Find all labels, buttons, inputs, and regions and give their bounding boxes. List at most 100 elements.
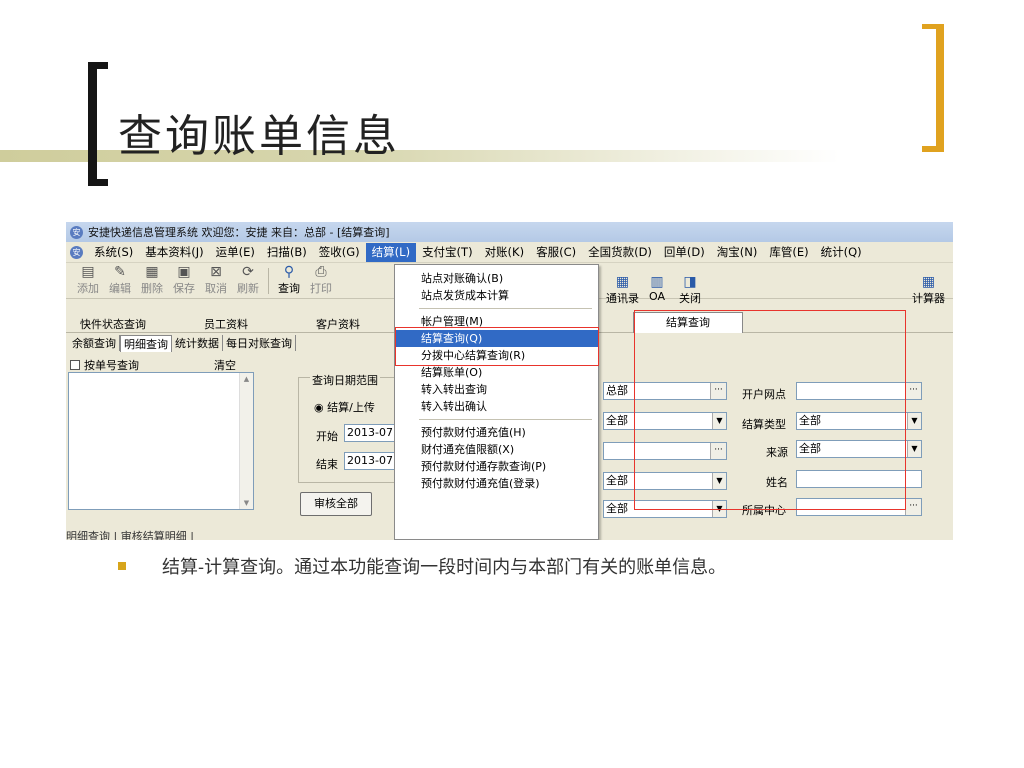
radio-icon[interactable]: ◉: [314, 401, 327, 414]
menu-divider: [419, 419, 592, 420]
cancel-icon: ⊠: [210, 264, 222, 280]
slide-title: 查询账单信息: [118, 111, 400, 162]
menu-item-transfer-confirm[interactable]: 转入转出确认: [395, 398, 598, 415]
list-scrollbar[interactable]: ▲ ▼: [239, 373, 253, 509]
menu-warehouse[interactable]: 库管(E): [763, 243, 814, 262]
menu-sign[interactable]: 签收(G): [313, 243, 366, 262]
date-range-title: 查询日期范围: [310, 372, 380, 388]
menu-statistics[interactable]: 统计(Q): [815, 243, 868, 262]
menu-item-settlement-bill[interactable]: 结算账单(O): [395, 364, 598, 381]
category-value: 全部: [606, 502, 628, 515]
start-label: 开始: [316, 430, 338, 443]
delete-button[interactable]: ▦ 删除: [136, 264, 168, 298]
menu-settlement[interactable]: 结算(L): [365, 242, 417, 262]
menu-item-transfer-query[interactable]: 转入转出查询: [395, 381, 598, 398]
checkbox-label: 按单号查询: [84, 359, 139, 372]
tab-parcel-status[interactable]: 快件状态查询: [80, 316, 146, 332]
print-label: 打印: [310, 282, 332, 295]
toolbar-separator: [268, 268, 269, 294]
menu-waybill[interactable]: 运单(E): [210, 243, 261, 262]
add-label: 添加: [77, 282, 99, 295]
oa-label: OA: [649, 290, 665, 303]
menu-alipay[interactable]: 支付宝(T): [416, 243, 479, 262]
menu-service[interactable]: 客服(C): [530, 243, 582, 262]
clear-link[interactable]: 清空: [214, 357, 236, 373]
oa-button[interactable]: ▥ OA: [649, 274, 665, 303]
system-menu-icon[interactable]: 安: [70, 245, 83, 259]
contacts-button[interactable]: ▦ 通讯录: [606, 274, 639, 306]
subtab-daily-reconcile[interactable]: 每日对账查询: [223, 335, 296, 351]
magnifier-icon: ⚲: [283, 264, 295, 280]
right-bracket-decoration: [922, 24, 944, 152]
close-door-icon: ◨: [683, 274, 697, 290]
menu-item-tenpay-deposit-query[interactable]: 预付款财付通存款查询(P): [395, 458, 598, 475]
window-title: 安捷快递信息管理系统 欢迎您：安捷 来自：总部 - [结算查询]: [88, 226, 390, 239]
menu-reconcile[interactable]: 对账(K): [479, 243, 531, 262]
printer-icon: ⎙: [315, 264, 327, 280]
menu-system[interactable]: 系统(S): [88, 243, 139, 262]
left-bracket-decoration: [88, 62, 108, 186]
menu-item-tenpay-recharge[interactable]: 预付款财付通充值(H): [395, 424, 598, 441]
save-label: 保存: [173, 282, 195, 295]
scroll-down-icon[interactable]: ▼: [240, 499, 253, 507]
cancel-label: 取消: [205, 282, 227, 295]
query-button[interactable]: ⚲ 查询: [273, 264, 305, 298]
site-value: 总部: [606, 384, 628, 397]
bullet-text: 结算-计算查询。通过本功能查询一段时间内与本部门有关的账单信息。: [162, 557, 727, 578]
bottom-tab-strip[interactable]: 明细查询 | 审核结算明细 |: [66, 528, 396, 540]
bullet-square-icon: [118, 562, 126, 570]
add-button[interactable]: ▤ 添加: [72, 264, 104, 298]
menu-item-tenpay-recharge-login[interactable]: 预付款财付通充值(登录): [395, 475, 598, 492]
menu-item-site-cost[interactable]: 站点发货成本计算: [395, 287, 598, 304]
chevron-down-icon[interactable]: ▼: [907, 413, 921, 429]
close-label: 关闭: [679, 292, 701, 305]
menu-basic-data[interactable]: 基本资料(J): [139, 243, 209, 262]
number-list[interactable]: ▲ ▼: [68, 372, 254, 510]
tab-staff[interactable]: 员工资料: [204, 316, 248, 332]
subtab-balance[interactable]: 余额查询: [69, 335, 120, 351]
calculator-button[interactable]: ▦ 计算器: [912, 274, 945, 306]
cancel-button[interactable]: ⊠ 取消: [200, 264, 232, 298]
save-button[interactable]: ▣ 保存: [168, 264, 200, 298]
menu-scan[interactable]: 扫描(B): [261, 243, 313, 262]
ellipsis-icon[interactable]: ···: [905, 383, 921, 399]
edit-icon: ✎: [114, 264, 126, 280]
add-icon: ▤: [81, 264, 95, 280]
delete-label: 删除: [141, 282, 163, 295]
bullet-item: 结算-计算查询。通过本功能查询一段时间内与本部门有关的账单信息。: [118, 553, 726, 579]
chevron-down-icon[interactable]: ▼: [907, 441, 921, 457]
menu-item-tenpay-limit[interactable]: 财付通充值限额(X): [395, 441, 598, 458]
contacts-icon: ▦: [615, 274, 630, 290]
query-label: 查询: [278, 282, 300, 295]
settle-upload-radio[interactable]: ◉ 结算/上传: [314, 399, 375, 415]
ellipsis-icon[interactable]: ···: [905, 499, 921, 515]
tab-customers[interactable]: 客户资料: [316, 316, 360, 332]
radio-label: 结算/上传: [327, 401, 375, 414]
subtab-detail[interactable]: 明细查询: [120, 334, 172, 352]
sub-tab-strip: 余额查询 明细查询 统计数据 每日对账查询: [66, 333, 296, 353]
review-all-button[interactable]: 审核全部: [300, 492, 372, 516]
menu-taobao[interactable]: 淘宝(N): [711, 243, 764, 262]
scroll-up-icon[interactable]: ▲: [240, 375, 253, 383]
print-button[interactable]: ⎙ 打印: [305, 264, 337, 298]
highlight-menu-box: [395, 327, 599, 366]
menu-national-payment[interactable]: 全国货款(D): [582, 243, 658, 262]
menu-bar: 安 系统(S) 基本资料(J) 运单(E) 扫描(B) 签收(G) 结算(L) …: [66, 242, 953, 263]
edit-button[interactable]: ✎ 编辑: [104, 264, 136, 298]
app-logo-icon: 安: [70, 225, 83, 239]
checkbox-box[interactable]: [70, 360, 80, 370]
refresh-label: 刷新: [237, 282, 259, 295]
oa-icon: ▥: [650, 274, 664, 290]
save-icon: ▣: [177, 264, 191, 280]
refresh-button[interactable]: ⟳ 刷新: [232, 264, 264, 298]
close-button[interactable]: ◨ 关闭: [679, 274, 701, 306]
menu-item-site-reconcile[interactable]: 站点对账确认(B): [395, 270, 598, 287]
menu-receipt[interactable]: 回单(D): [658, 243, 711, 262]
app-screenshot: 安 安捷快递信息管理系统 欢迎您：安捷 来自：总部 - [结算查询] 安 系统(…: [66, 222, 953, 540]
by-number-checkbox[interactable]: 按单号查询: [70, 357, 139, 373]
calculator-label: 计算器: [912, 292, 945, 305]
contacts-label: 通讯录: [606, 292, 639, 305]
subtab-stats[interactable]: 统计数据: [172, 335, 223, 351]
edit-label: 编辑: [109, 282, 131, 295]
settlement-dropdown-menu: 站点对账确认(B) 站点发货成本计算 帐户管理(M) 结算查询(Q) 分拨中心结…: [394, 264, 599, 540]
